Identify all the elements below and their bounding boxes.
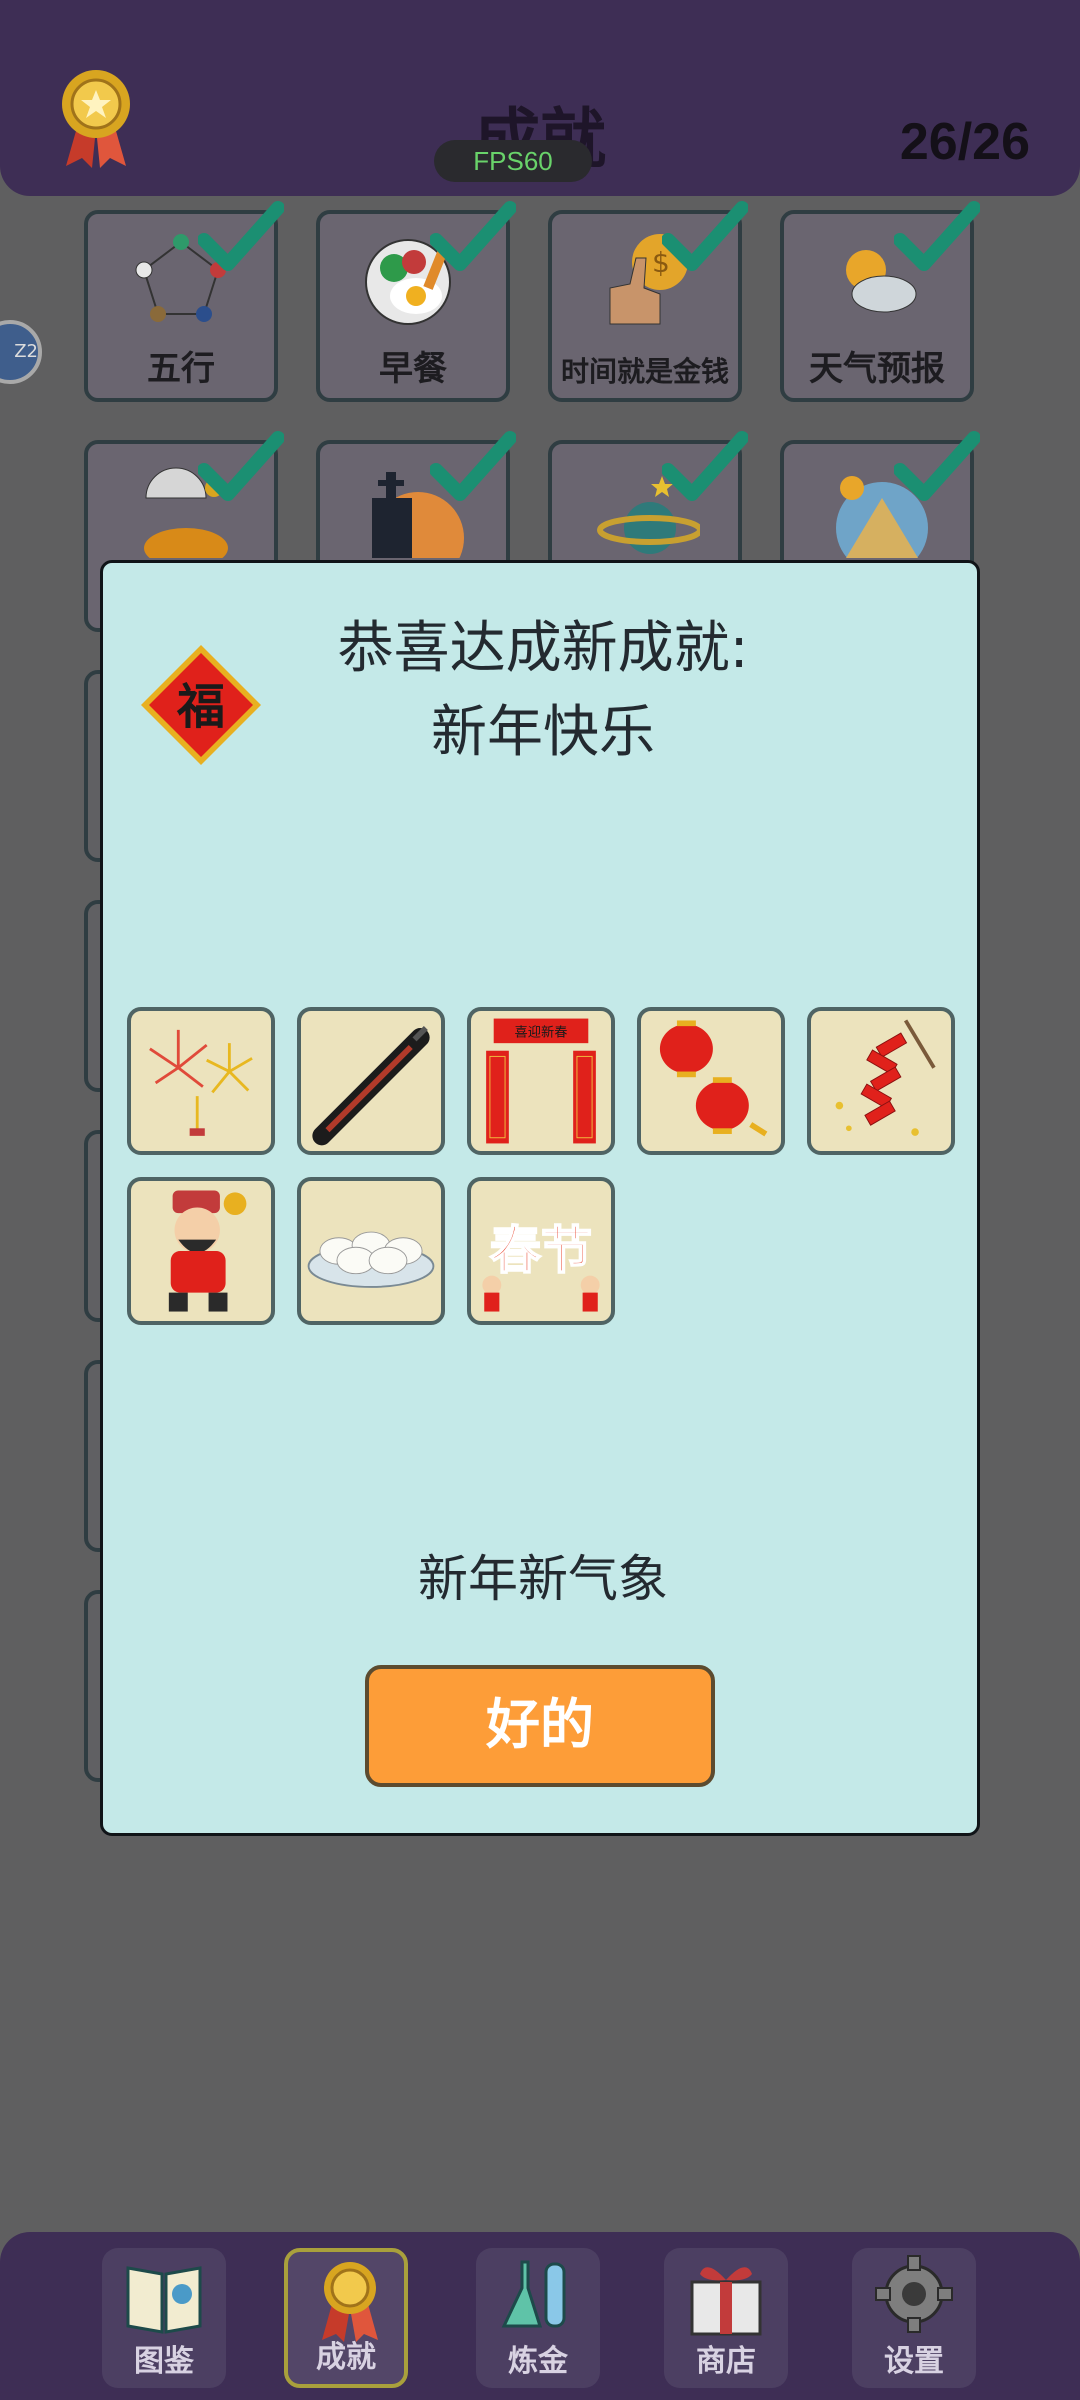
lanterns-icon bbox=[659, 1020, 768, 1137]
achievement-count: 26/26 bbox=[899, 113, 1030, 171]
reward-item bbox=[807, 1007, 955, 1155]
nav-item-shop[interactable]: 商店 bbox=[664, 2248, 788, 2388]
reward-item: 春节 bbox=[467, 1177, 615, 1325]
spring-festival-icon: 春节 bbox=[482, 1221, 600, 1312]
dialog-title-line2: 新年快乐 bbox=[431, 700, 655, 765]
reward-item bbox=[297, 1177, 445, 1325]
dumplings-icon bbox=[307, 1231, 435, 1288]
check-icon bbox=[894, 201, 980, 271]
nav-label: 商店 bbox=[696, 2344, 756, 2379]
bottom-nav: 图鉴 成就 炼金 商店 设置 bbox=[0, 2232, 1080, 2400]
check-icon bbox=[662, 431, 748, 501]
achievement-unlocked-dialog: 福 恭喜达成新成就: 新年快乐 喜迎新春 春节 新年新气象 好的 bbox=[100, 560, 980, 1836]
flask-icon bbox=[501, 2260, 566, 2328]
god-of-wealth-icon bbox=[168, 1190, 247, 1312]
achievement-label: 天气预报 bbox=[809, 349, 945, 389]
check-icon bbox=[430, 431, 516, 501]
nav-item-book[interactable]: 图鉴 bbox=[102, 2248, 226, 2388]
nav-label: 炼金 bbox=[508, 2344, 568, 2379]
reward-item bbox=[297, 1007, 445, 1155]
firecrackers-icon bbox=[835, 1019, 936, 1136]
achievement-description: 新年新气象 bbox=[418, 1550, 668, 1608]
gear-icon bbox=[875, 2255, 953, 2333]
fps-badge: FPS60 bbox=[434, 140, 592, 182]
couplets-icon: 喜迎新春 bbox=[486, 1018, 596, 1144]
book-icon bbox=[126, 2266, 202, 2334]
nav-label: 设置 bbox=[884, 2344, 944, 2379]
achievement-label: 五行 bbox=[147, 349, 215, 389]
check-icon bbox=[662, 201, 748, 271]
nav-item-settings[interactable]: 设置 bbox=[852, 2248, 976, 2388]
reward-item: 喜迎新春 bbox=[467, 1007, 615, 1155]
achievement-card[interactable]: 五行 bbox=[84, 201, 284, 402]
check-icon bbox=[894, 431, 980, 501]
firecracker-stick-icon bbox=[312, 1026, 430, 1146]
check-icon bbox=[198, 431, 284, 501]
medal-icon bbox=[322, 2262, 378, 2342]
ok-button[interactable]: 好的 bbox=[365, 1665, 715, 1787]
fireworks-icon bbox=[149, 1029, 253, 1136]
nav-label: 图鉴 bbox=[134, 2344, 194, 2379]
couplet-top-text: 喜迎新春 bbox=[515, 1025, 568, 1041]
achievement-card[interactable]: 天气预报 bbox=[780, 201, 980, 402]
check-icon bbox=[430, 201, 516, 271]
achievement-card[interactable]: $ 时间就是金钱 bbox=[548, 201, 748, 402]
check-icon bbox=[198, 201, 284, 271]
nav-label: 成就 bbox=[316, 2340, 376, 2375]
reward-item bbox=[637, 1007, 785, 1155]
dialog-title: 恭喜达成新成就: 新年快乐 bbox=[103, 607, 983, 775]
achievement-label: 时间就是金钱 bbox=[560, 355, 729, 388]
reward-item bbox=[127, 1007, 275, 1155]
side-floating-button[interactable]: Z2 bbox=[0, 320, 42, 384]
spring-festival-text: 春节 bbox=[490, 1222, 592, 1281]
reward-item bbox=[127, 1177, 275, 1325]
dialog-title-line1: 恭喜达成新成就: bbox=[337, 616, 749, 681]
achievement-card[interactable]: 早餐 bbox=[316, 201, 516, 402]
achievement-label: 早餐 bbox=[379, 349, 447, 389]
gift-icon bbox=[690, 2267, 762, 2336]
nav-item-achievements[interactable]: 成就 bbox=[284, 2248, 408, 2388]
nav-item-alchemy[interactable]: 炼金 bbox=[476, 2248, 600, 2388]
